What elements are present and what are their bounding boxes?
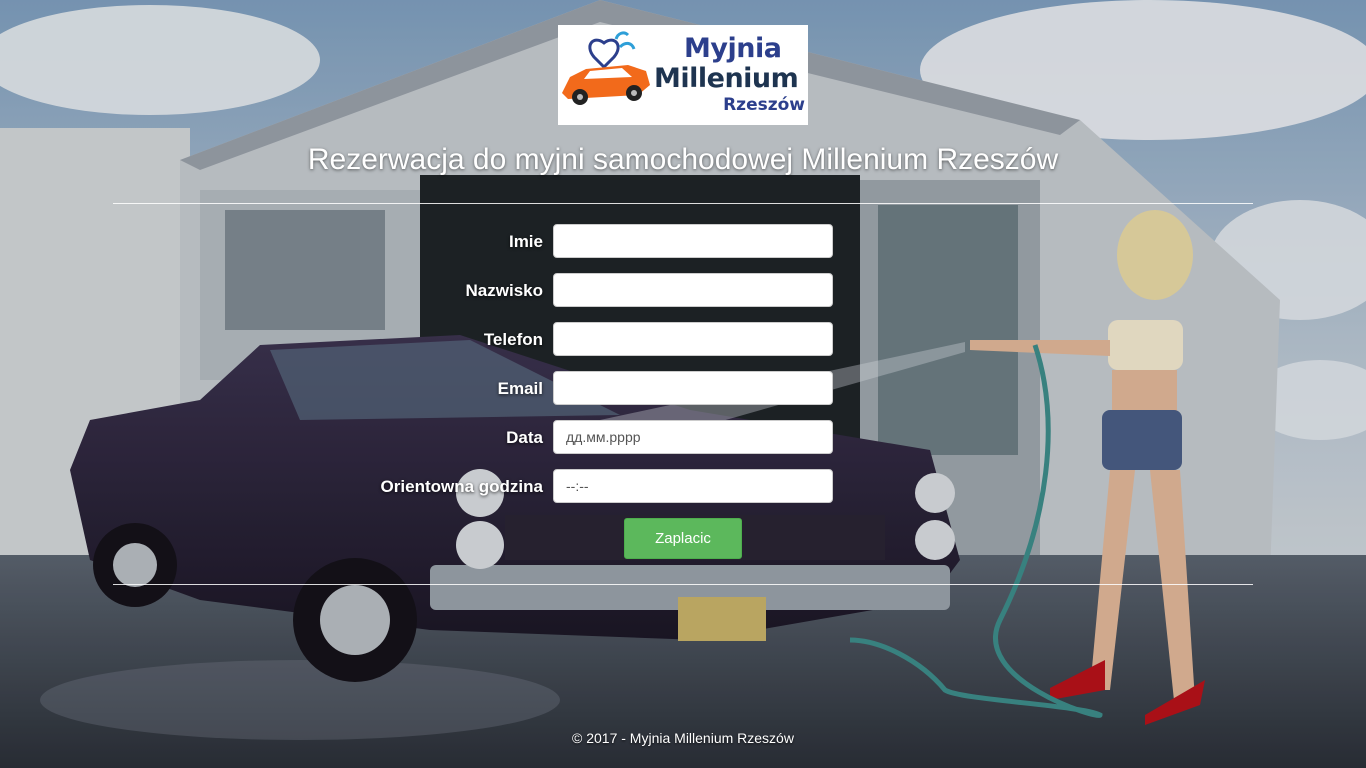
divider-top	[113, 203, 1253, 204]
pay-button[interactable]: Zaplacic	[624, 518, 742, 559]
telefon-label: Telefon	[483, 330, 543, 349]
imie-input[interactable]	[553, 224, 833, 258]
form-row-imie: Imie	[0, 224, 1366, 258]
form-row-godzina: Orientowna godzina	[0, 469, 1366, 503]
logo-text-rzeszow: Rzeszów	[723, 95, 805, 115]
telefon-input[interactable]	[553, 322, 833, 356]
nazwisko-input[interactable]	[553, 273, 833, 307]
car-wash-logo-icon	[562, 31, 650, 105]
logo[interactable]: Myjnia Millenium Rzeszów	[558, 25, 808, 125]
time-label: Orientowna godzina	[380, 477, 543, 496]
form-row-nazwisko: Nazwisko	[0, 273, 1366, 307]
form-row-email: Email	[0, 371, 1366, 405]
form-row-telefon: Telefon	[0, 322, 1366, 356]
time-input[interactable]	[553, 469, 833, 503]
logo-text-myjnia: Myjnia	[684, 33, 782, 64]
footer-copyright: © 2017 - Myjnia Millenium Rzeszów	[572, 730, 794, 746]
email-label: Email	[497, 379, 543, 398]
page-title: Rezerwacja do myjni samochodowej Milleni…	[307, 143, 1059, 176]
date-label: Data	[506, 428, 543, 447]
imie-label: Imie	[508, 232, 543, 251]
logo-text-millenium: Millenium	[654, 63, 799, 94]
page: Myjnia Millenium Rzeszów Rezerwacja do m…	[0, 0, 1366, 768]
form-row-data: Data	[0, 420, 1366, 454]
email-input[interactable]	[553, 371, 833, 405]
divider-bottom	[113, 584, 1253, 585]
date-input[interactable]	[553, 420, 833, 454]
nazwisko-label: Nazwisko	[465, 281, 543, 300]
